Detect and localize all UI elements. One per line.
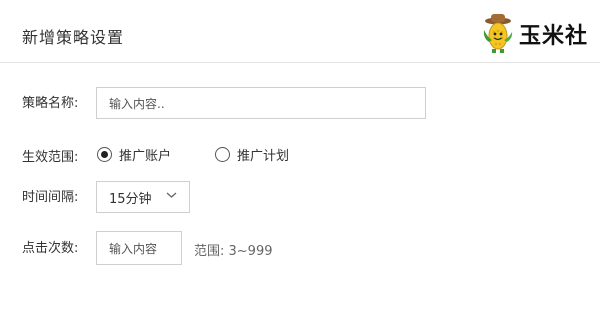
interval-label: 时间间隔: <box>22 190 79 205</box>
radio-unchecked-icon <box>215 147 230 162</box>
interval-select[interactable]: 15分钟 <box>96 181 190 213</box>
corn-mascot-icon <box>483 14 513 53</box>
click-count-label: 点击次数: <box>22 241 79 256</box>
scope-label: 生效范围: <box>22 150 79 165</box>
click-count-input[interactable]: 输入内容 <box>96 231 182 265</box>
brand-name: 玉米社 <box>518 24 588 49</box>
radio-promo-plan[interactable]: 推广计划 <box>215 145 289 164</box>
chevron-down-icon <box>166 192 177 198</box>
header: 新增策略设置 玉米社 <box>0 0 600 63</box>
strategy-name-label: 策略名称: <box>22 96 79 111</box>
strategy-name-input[interactable]: 输入内容.. <box>96 87 426 119</box>
radio-promo-account-label: 推广账户 <box>119 149 172 164</box>
radio-promo-plan-label: 推广计划 <box>237 149 290 164</box>
page-title: 新增策略设置 <box>22 28 125 47</box>
radio-promo-account[interactable]: 推广账户 <box>97 145 171 164</box>
brand-logo: 玉米社 <box>481 12 588 56</box>
interval-selected-value: 15分钟 <box>109 191 152 207</box>
click-count-placeholder: 输入内容 <box>109 241 158 256</box>
strategy-name-placeholder: 输入内容.. <box>109 96 165 111</box>
click-count-range-hint: 范围: 3~999 <box>194 244 273 259</box>
radio-checked-icon <box>97 147 112 162</box>
